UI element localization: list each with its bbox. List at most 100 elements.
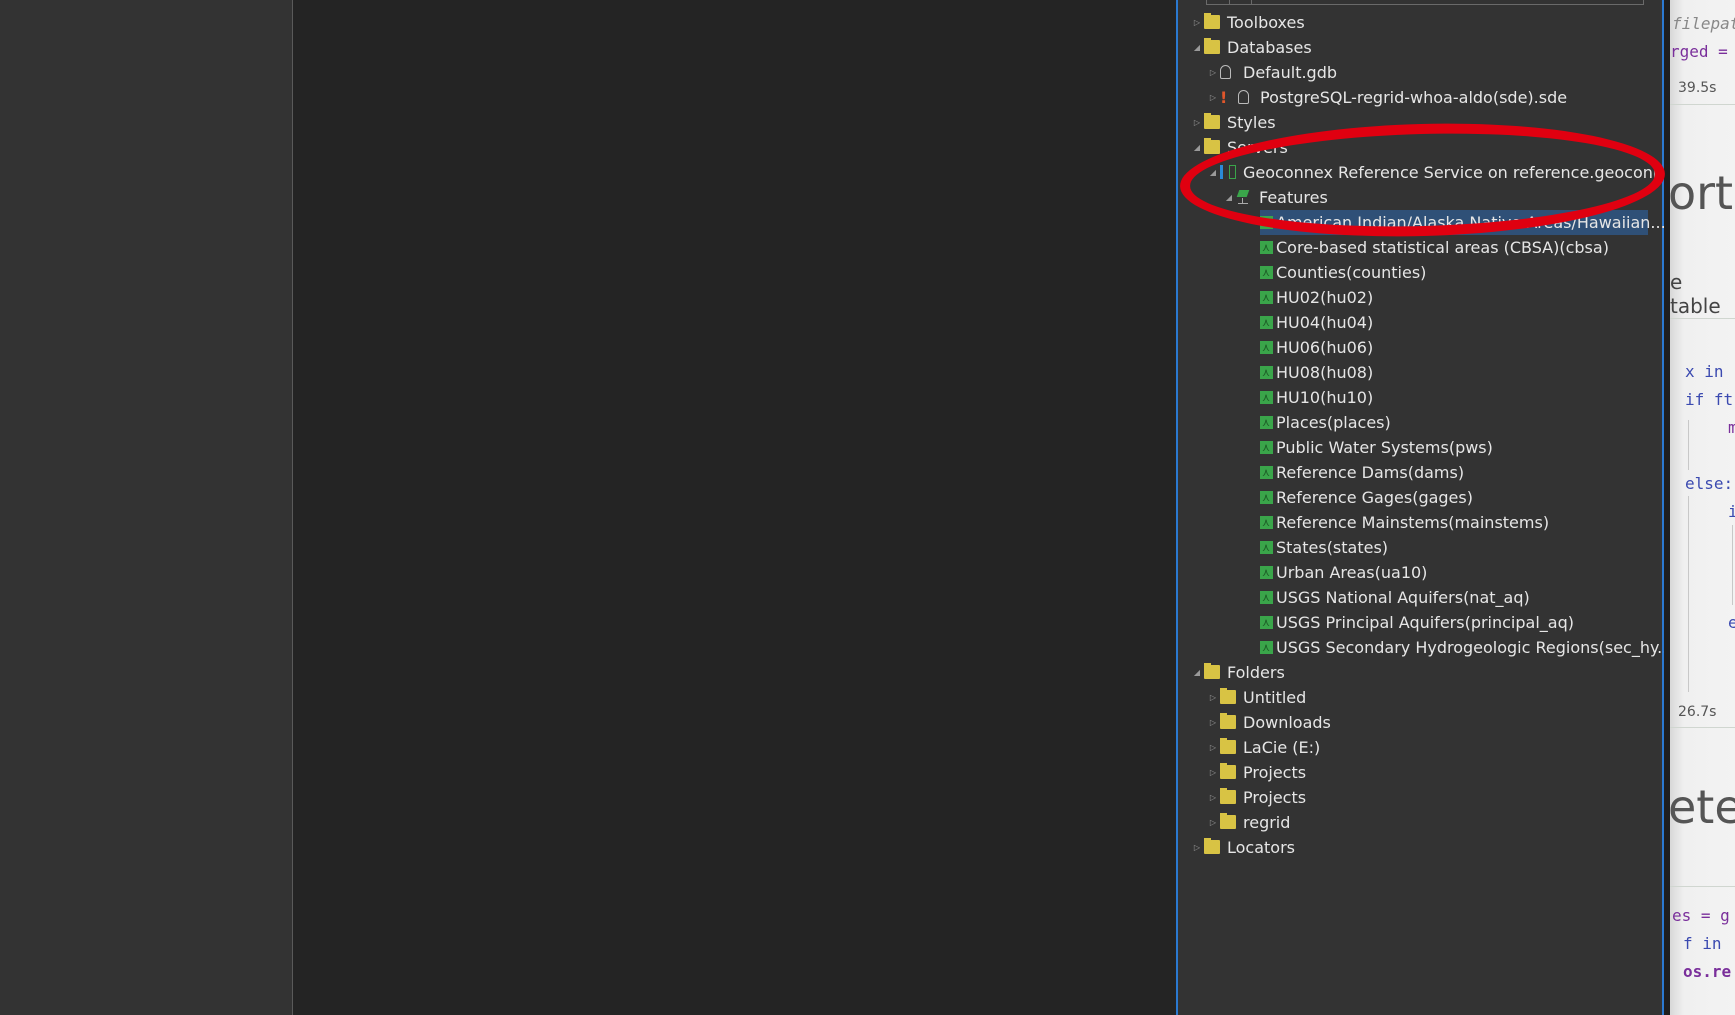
tree-item[interactable]: ▷ Locators — [1178, 835, 1658, 860]
feature-class-icon — [1260, 235, 1273, 260]
tree-item[interactable]: ▷ Toolboxes — [1178, 10, 1658, 35]
tree-item[interactable]: Places(places) — [1178, 410, 1658, 435]
feature-class-icon — [1260, 410, 1273, 435]
tree-item-label: Projects — [1243, 788, 1307, 807]
collapse-arrow-icon[interactable]: ◢ — [1224, 185, 1234, 210]
expand-arrow-icon[interactable]: ▷ — [1208, 710, 1218, 735]
tree-item[interactable]: HU02(hu02) — [1178, 285, 1658, 310]
toolbar-button[interactable] — [1229, 0, 1252, 4]
tree-item[interactable]: ◢ Folders — [1178, 660, 1658, 685]
feature-class-icon — [1260, 585, 1273, 610]
feature-class-icon — [1260, 385, 1273, 410]
tree-item-label: HU10(hu10) — [1276, 388, 1374, 407]
cell-separator — [1670, 727, 1735, 728]
tree-item[interactable]: ▷ Downloads — [1178, 710, 1658, 735]
collapse-arrow-icon[interactable]: ◢ — [1192, 35, 1202, 60]
tree-item[interactable]: Public Water Systems(pws) — [1178, 435, 1658, 460]
catalog-pane: ▷ Toolboxes ◢ Databases ▷ Default.gdb ▷! Postgr… — [1176, 0, 1678, 1015]
tree-item[interactable]: ▷ LaCie (E:) — [1178, 735, 1658, 760]
folder-icon — [1220, 763, 1236, 779]
expand-arrow-icon[interactable]: ▷ — [1208, 735, 1218, 760]
tree-item[interactable]: HU10(hu10) — [1178, 385, 1658, 410]
tree-item[interactable]: HU08(hu08) — [1178, 360, 1658, 385]
tree-item-label: Public Water Systems(pws) — [1276, 438, 1493, 457]
feature-class-icon — [1260, 535, 1273, 560]
folders-folder-icon — [1204, 663, 1220, 679]
default-geodatabase-icon — [1220, 65, 1231, 79]
code-line: es = g — [1672, 906, 1730, 925]
tree-item[interactable]: Counties(counties) — [1178, 260, 1658, 285]
tree-item[interactable]: Urban Areas(ua10) — [1178, 560, 1658, 585]
tree-item[interactable]: ▷ Projects — [1178, 760, 1658, 785]
code-line: m — [1728, 418, 1735, 437]
tree-item-label: LaCie (E:) — [1243, 738, 1321, 757]
tree-item-label: USGS National Aquifers(nat_aq) — [1276, 588, 1530, 607]
database-folder-icon — [1204, 38, 1220, 54]
expand-arrow-icon[interactable]: ▷ — [1208, 60, 1218, 85]
tree-item[interactable]: Reference Gages(gages) — [1178, 485, 1658, 510]
left-panel — [0, 0, 293, 1015]
tree-item-label: HU02(hu02) — [1276, 288, 1374, 307]
toolbar-button[interactable] — [1207, 0, 1230, 4]
tree-item-label: Reference Gages(gages) — [1276, 488, 1473, 507]
tree-item[interactable]: ◢ Servers — [1178, 135, 1658, 160]
tree-item[interactable]: USGS National Aquifers(nat_aq) — [1178, 585, 1658, 610]
tree-item-label: HU04(hu04) — [1276, 313, 1374, 332]
tree-item[interactable]: ◢ Geoconnex Reference Service on referenc… — [1178, 160, 1678, 185]
feature-class-icon — [1260, 460, 1273, 485]
expand-arrow-icon[interactable]: ▷ — [1192, 835, 1202, 860]
tree-item[interactable]: ▷! PostgreSQL-regrid-whoa-aldo(sde).sde — [1178, 85, 1658, 110]
folder-icon — [1220, 813, 1236, 829]
expand-arrow-icon[interactable]: ▷ — [1208, 810, 1218, 835]
tree-item-label: Folders — [1227, 663, 1285, 682]
feature-class-icon — [1260, 610, 1273, 635]
tree-item-label: Projects — [1243, 763, 1307, 782]
tree-item[interactable]: Core-based statistical areas (CBSA)(cbsa… — [1178, 235, 1658, 260]
expand-arrow-icon[interactable]: ▷ — [1208, 760, 1218, 785]
map-view-area[interactable] — [293, 0, 1176, 1015]
tree-item-label: Databases — [1227, 38, 1312, 57]
tree-item[interactable]: ◢ Features — [1178, 185, 1658, 210]
feature-class-icon — [1260, 560, 1273, 585]
tree-item[interactable]: USGS Principal Aquifers(principal_aq) — [1178, 610, 1658, 635]
cell-run-time: 26.7s — [1678, 704, 1717, 720]
tree-item-label: HU06(hu06) — [1276, 338, 1374, 357]
collapse-arrow-icon[interactable]: ◢ — [1192, 660, 1202, 685]
tree-item[interactable]: States(states) — [1178, 535, 1658, 560]
collapse-arrow-icon[interactable]: ◢ — [1192, 135, 1202, 160]
expand-arrow-icon[interactable]: ▷ — [1192, 110, 1202, 135]
expand-arrow-icon[interactable]: ▷ — [1192, 10, 1202, 35]
code-line: i — [1728, 502, 1735, 521]
toolbox-folder-icon — [1204, 13, 1220, 29]
indent-guide — [1688, 420, 1689, 470]
tree-item[interactable]: HU06(hu06) — [1178, 335, 1658, 360]
tree-item[interactable]: ▷ regrid — [1178, 810, 1658, 835]
tree-item-label: Servers — [1227, 138, 1288, 157]
tree-item[interactable]: Reference Dams(dams) — [1178, 460, 1658, 485]
servers-folder-icon — [1204, 138, 1220, 154]
catalog-search-toolbar[interactable] — [1206, 0, 1644, 5]
tree-item-label: Geoconnex Reference Service on reference… — [1243, 163, 1679, 182]
locators-folder-icon — [1204, 838, 1220, 854]
tree-item[interactable]: Reference Mainstems(mainstems) — [1178, 510, 1658, 535]
tree-item-label: Toolboxes — [1227, 13, 1305, 32]
feature-class-icon — [1260, 635, 1273, 660]
tree-item[interactable]: ▷ Projects — [1178, 785, 1658, 810]
tree-item[interactable]: USGS Secondary Hydrogeologic Regions(sec… — [1178, 635, 1672, 660]
tree-item[interactable]: HU04(hu04) — [1178, 310, 1658, 335]
tree-item[interactable]: American Indian/Alaska Native Areas/Hawa… — [1260, 210, 1666, 235]
code-comment: filepat — [1672, 14, 1735, 33]
tree-item[interactable]: ◢ Databases — [1178, 35, 1658, 60]
expand-arrow-icon[interactable]: ▷ — [1208, 685, 1218, 710]
code-line: if ft — [1685, 390, 1734, 409]
collapse-arrow-icon[interactable]: ◢ — [1208, 160, 1218, 185]
tree-item[interactable]: ▷ Untitled — [1178, 685, 1658, 710]
tree-item[interactable]: ▷ Default.gdb — [1178, 60, 1658, 85]
tree-item-label: Reference Dams(dams) — [1276, 463, 1465, 482]
tree-item[interactable]: ▷ Styles — [1178, 110, 1658, 135]
feature-class-icon — [1260, 335, 1273, 360]
expand-arrow-icon[interactable]: ▷ — [1208, 785, 1218, 810]
tree-item-label: Downloads — [1243, 713, 1331, 732]
expand-arrow-icon[interactable]: ▷ — [1208, 85, 1218, 110]
home-folder-icon — [1220, 688, 1236, 704]
